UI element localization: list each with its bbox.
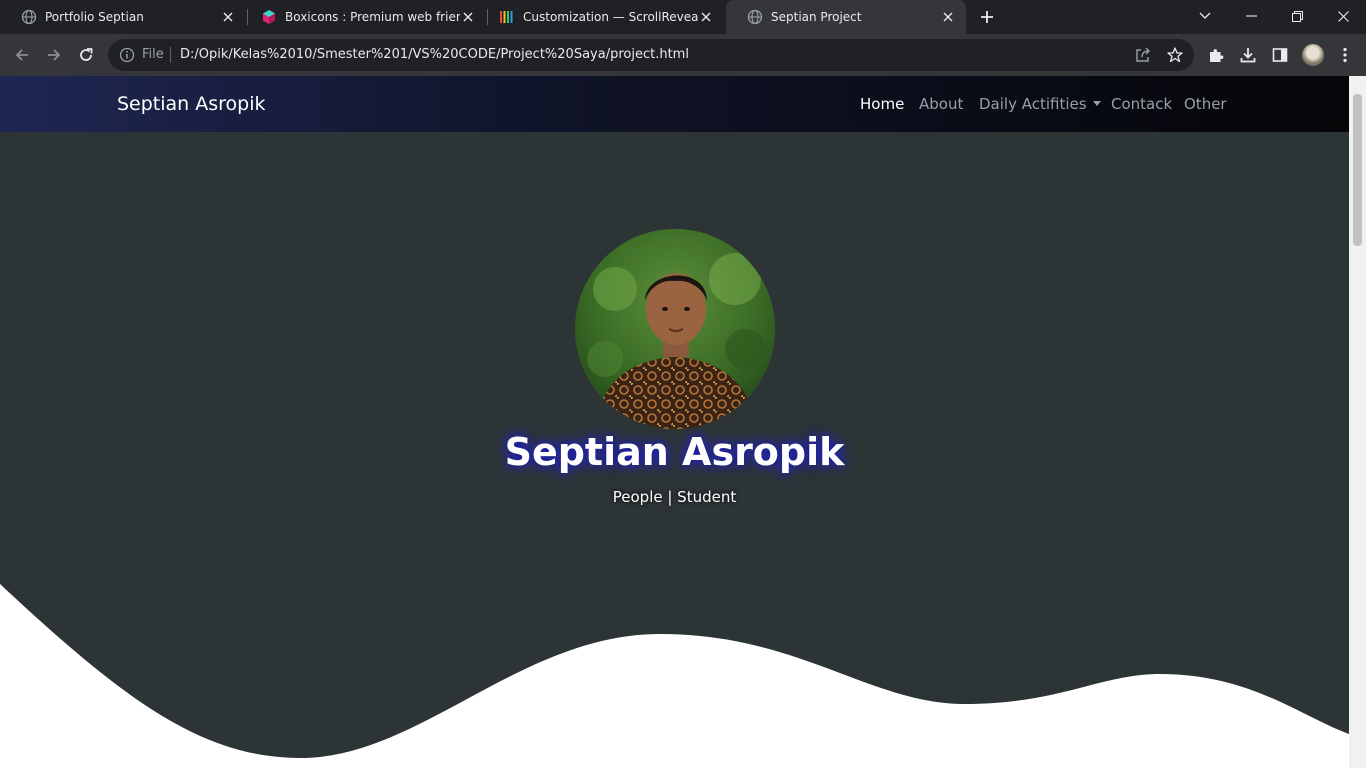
- boxicons-logo-icon: [263, 10, 275, 24]
- tab-septian-project[interactable]: Septian Project: [726, 0, 966, 34]
- download-icon: [1240, 48, 1256, 63]
- reload-button[interactable]: [74, 43, 98, 67]
- site-navbar: Septian Asropik Home About Daily Actifit…: [0, 76, 1349, 132]
- tab-strip: Portfolio Septian Boxicons : Premium web…: [0, 0, 1366, 34]
- profile-photo: [575, 229, 775, 429]
- tab-title: Portfolio Septian: [45, 10, 144, 24]
- page-scrollbar[interactable]: [1349, 76, 1366, 768]
- close-window-button[interactable]: [1320, 0, 1366, 32]
- tab-portfolio-septian[interactable]: Portfolio Septian: [0, 0, 246, 34]
- omnibox-divider: [170, 47, 171, 63]
- nav-dropdown-label: Daily Actifities: [979, 95, 1087, 113]
- scheme-label: File: [142, 47, 164, 62]
- star-icon[interactable]: [1166, 46, 1184, 64]
- menu-button[interactable]: [1335, 45, 1355, 65]
- caret-down-icon: [1092, 101, 1101, 106]
- tab-title: Customization — ScrollReveal: [523, 10, 698, 24]
- nav-dropdown-daily-actifities[interactable]: Daily Actifities: [979, 95, 1101, 113]
- wave-divider: [0, 584, 1349, 768]
- close-tab-icon[interactable]: [940, 9, 956, 25]
- more-vertical-icon: [1343, 47, 1347, 63]
- tab-boxicons[interactable]: Boxicons : Premium web friendly: [240, 0, 486, 34]
- restore-icon: [1291, 10, 1303, 22]
- browser-toolbar: File D:/Opik/Kelas%2010/Smester%201/VS%2…: [0, 34, 1366, 76]
- hero-name: Septian Asropik: [504, 430, 845, 474]
- downloads-button[interactable]: [1238, 45, 1258, 65]
- restore-button[interactable]: [1274, 0, 1320, 32]
- puzzle-icon: [1210, 49, 1224, 62]
- reload-icon: [80, 48, 93, 61]
- globe-icon: [21, 9, 37, 25]
- navbar-brand[interactable]: Septian Asropik: [117, 93, 266, 115]
- minimize-button[interactable]: [1228, 0, 1274, 32]
- info-icon[interactable]: [119, 47, 135, 63]
- globe-icon: [747, 9, 763, 25]
- nav-link-home[interactable]: Home: [860, 95, 904, 113]
- forward-button[interactable]: [42, 43, 66, 67]
- close-tab-icon[interactable]: [220, 9, 236, 25]
- extensions-button[interactable]: [1206, 45, 1226, 65]
- tab-title: Boxicons : Premium web friendly: [285, 10, 460, 24]
- nav-link-other[interactable]: Other: [1184, 95, 1227, 113]
- address-bar[interactable]: File D:/Opik/Kelas%2010/Smester%201/VS%2…: [108, 39, 1194, 71]
- tab-search-button[interactable]: [1182, 0, 1228, 32]
- url-text[interactable]: D:/Opik/Kelas%2010/Smester%201/VS%20CODE…: [180, 47, 689, 62]
- close-icon: [1337, 10, 1349, 22]
- scrollreveal-logo-icon: [500, 11, 513, 23]
- tab-title: Septian Project: [771, 10, 862, 24]
- nav-link-about[interactable]: About: [919, 95, 963, 113]
- profile-avatar[interactable]: [1302, 44, 1324, 66]
- chevron-down-icon: [1199, 12, 1211, 19]
- side-panel-button[interactable]: [1270, 45, 1290, 65]
- scrollbar-thumb[interactable]: [1353, 94, 1362, 246]
- tab-scrollreveal[interactable]: Customization — ScrollReveal: [478, 0, 724, 34]
- close-tab-icon[interactable]: [460, 9, 476, 25]
- new-tab-button[interactable]: [976, 6, 998, 28]
- page-viewport: Septian Asropik Home About Daily Actifit…: [0, 76, 1366, 768]
- nav-link-contack[interactable]: Contack: [1111, 95, 1172, 113]
- hero-tagline: People | Student: [612, 488, 737, 506]
- close-tab-icon[interactable]: [698, 9, 714, 25]
- arrow-left-icon: [15, 49, 28, 61]
- plus-icon: [981, 11, 993, 23]
- arrow-right-icon: [48, 49, 61, 61]
- share-icon[interactable]: [1134, 46, 1152, 64]
- side-panel-icon: [1272, 48, 1288, 62]
- minimize-icon: [1245, 15, 1257, 17]
- back-button[interactable]: [10, 43, 34, 67]
